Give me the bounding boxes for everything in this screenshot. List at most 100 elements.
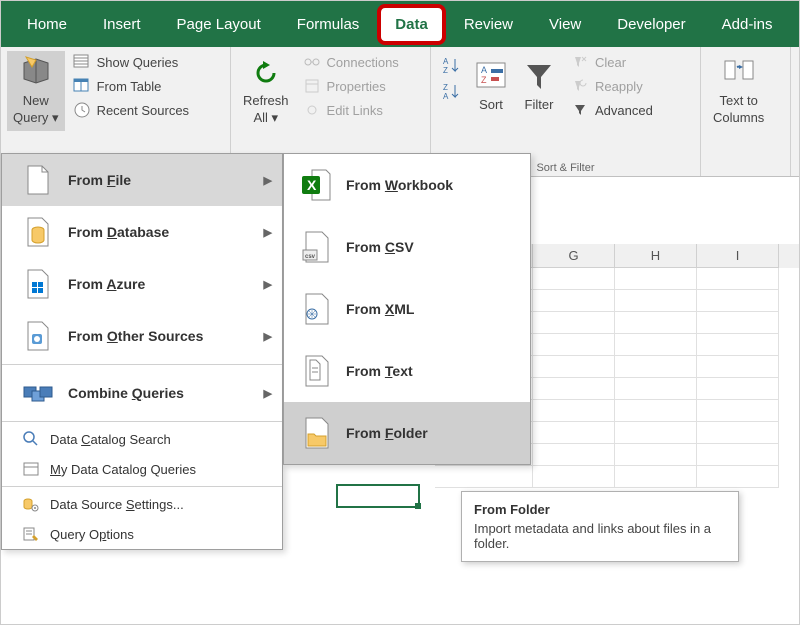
options-icon	[22, 525, 40, 543]
azure-icon	[22, 268, 54, 300]
menu-my-data-catalog-queries[interactable]: My Data Catalog Queries	[2, 454, 282, 484]
tab-view[interactable]: View	[531, 4, 599, 45]
submenu-from-folder[interactable]: From Folder	[284, 402, 530, 464]
filter-button[interactable]: Filter	[515, 51, 563, 121]
sort-az-icon[interactable]: AZ	[441, 55, 463, 77]
connections-label: Connections	[327, 55, 399, 70]
reapply-label: Reapply	[595, 79, 643, 94]
menu-label: Data Source Settings...	[50, 497, 184, 512]
tab-page-layout[interactable]: Page Layout	[159, 4, 279, 45]
connections-icon	[303, 53, 321, 71]
tab-addins[interactable]: Add-ins	[704, 4, 791, 45]
from-table-label: From Table	[97, 79, 162, 94]
selected-cell[interactable]	[337, 485, 419, 507]
menu-label: Data Catalog Search	[50, 432, 171, 447]
chevron-right-icon: ▶	[264, 330, 272, 343]
text-to-columns-label: Text to Columns	[713, 93, 764, 127]
menu-data-catalog-search[interactable]: Data Catalog Search	[2, 424, 282, 454]
tab-developer[interactable]: Developer	[599, 4, 703, 45]
refresh-all-button[interactable]: Refresh All ▾	[237, 51, 295, 131]
text-file-icon	[300, 354, 332, 388]
tab-insert[interactable]: Insert	[85, 4, 159, 45]
menu-label: From Other Sources	[68, 328, 203, 344]
submenu-from-csv[interactable]: csv From CSV	[284, 216, 530, 278]
reapply-button: Reapply	[567, 75, 657, 97]
menu-from-other-sources[interactable]: From Other Sources ▶	[2, 310, 282, 362]
show-queries-button[interactable]: Show Queries	[69, 51, 194, 73]
new-query-icon	[18, 55, 54, 91]
catalog-queries-icon	[22, 460, 40, 478]
xml-icon	[300, 292, 332, 326]
svg-text:A: A	[443, 57, 449, 66]
menu-data-source-settings[interactable]: Data Source Settings...	[2, 489, 282, 519]
reapply-icon	[571, 77, 589, 95]
chevron-right-icon: ▶	[264, 226, 272, 239]
sort-button[interactable]: AZ Sort	[467, 51, 515, 121]
tab-home[interactable]: Home	[9, 4, 85, 45]
excel-workbook-icon: X	[300, 168, 332, 202]
chevron-right-icon: ▶	[264, 278, 272, 291]
separator	[2, 486, 282, 487]
edit-links-button: Edit Links	[299, 99, 403, 121]
tooltip: From Folder Import metadata and links ab…	[461, 491, 739, 562]
menu-from-file[interactable]: From File ▶	[2, 154, 282, 206]
properties-label: Properties	[327, 79, 386, 94]
menu-from-database[interactable]: From Database ▶	[2, 206, 282, 258]
column-header[interactable]: H	[615, 244, 697, 268]
search-icon	[22, 430, 40, 448]
new-query-button[interactable]: New Query ▾	[7, 51, 65, 131]
connections-button[interactable]: Connections	[299, 51, 403, 73]
clear-label: Clear	[595, 55, 626, 70]
menu-label: From File	[68, 172, 131, 188]
menu-query-options[interactable]: Query Options	[2, 519, 282, 549]
properties-button: Properties	[299, 75, 403, 97]
chevron-right-icon: ▶	[264, 174, 272, 187]
menu-label: Combine Queries	[68, 385, 184, 401]
advanced-button[interactable]: Advanced	[567, 99, 657, 121]
clear-icon	[571, 53, 589, 71]
text-to-columns-button[interactable]: Text to Columns	[707, 51, 770, 131]
filter-icon	[521, 59, 557, 95]
svg-text:X: X	[307, 177, 317, 193]
menu-from-azure[interactable]: From Azure ▶	[2, 258, 282, 310]
svg-text:A: A	[443, 92, 449, 101]
column-header[interactable]: I	[697, 244, 779, 268]
show-queries-icon	[73, 53, 91, 71]
gear-icon	[22, 495, 40, 513]
recent-sources-button[interactable]: Recent Sources	[69, 99, 194, 121]
chevron-right-icon: ▶	[264, 387, 272, 400]
submenu-from-workbook[interactable]: X From Workbook	[284, 154, 530, 216]
from-table-button[interactable]: From Table	[69, 75, 194, 97]
from-file-submenu: X From Workbook csv From CSV From XML Fr…	[283, 153, 531, 465]
text-to-columns-icon	[721, 55, 757, 91]
new-query-label: New Query ▾	[13, 93, 59, 127]
other-sources-icon	[22, 320, 54, 352]
tab-formulas[interactable]: Formulas	[279, 4, 378, 45]
refresh-icon	[248, 55, 284, 91]
edit-links-label: Edit Links	[327, 103, 383, 118]
filter-label: Filter	[525, 97, 554, 114]
submenu-from-text[interactable]: From Text	[284, 340, 530, 402]
sort-za-icon[interactable]: ZA	[441, 81, 463, 103]
recent-sources-label: Recent Sources	[97, 103, 190, 118]
svg-text:csv: csv	[305, 254, 316, 260]
svg-text:Z: Z	[443, 66, 448, 75]
svg-text:Z: Z	[443, 83, 448, 92]
submenu-from-xml[interactable]: From XML	[284, 278, 530, 340]
ribbon-tabs-bar: Home Insert Page Layout Formulas Data Re…	[1, 1, 799, 47]
group-data-tools-label	[707, 172, 784, 174]
tab-review[interactable]: Review	[446, 4, 531, 45]
tooltip-title: From Folder	[474, 502, 726, 517]
tab-data[interactable]: Data	[377, 4, 446, 45]
menu-label: From CSV	[346, 239, 414, 255]
svg-text:Z: Z	[481, 75, 487, 85]
show-queries-label: Show Queries	[97, 55, 179, 70]
column-header[interactable]: G	[533, 244, 615, 268]
combine-queries-icon	[22, 377, 54, 409]
menu-label: From XML	[346, 301, 414, 317]
from-table-icon	[73, 77, 91, 95]
separator	[2, 364, 282, 365]
menu-combine-queries[interactable]: Combine Queries ▶	[2, 367, 282, 419]
menu-label: From Workbook	[346, 177, 453, 193]
separator	[2, 421, 282, 422]
